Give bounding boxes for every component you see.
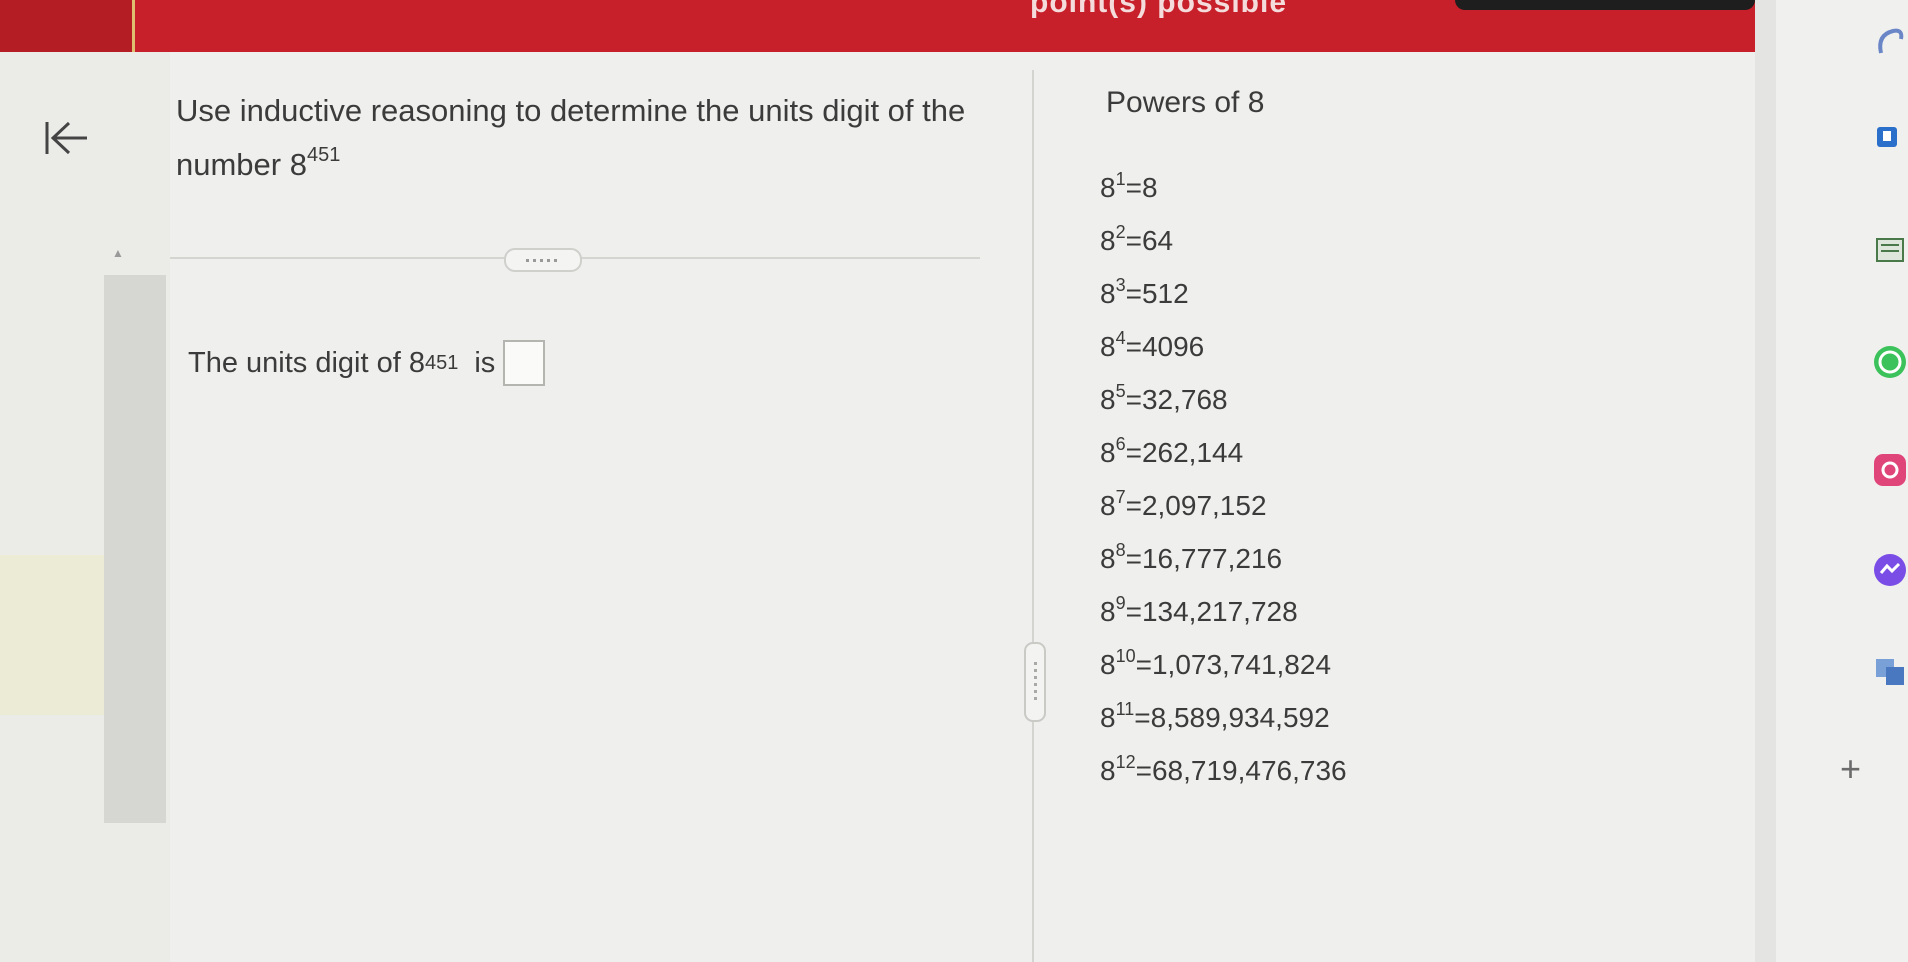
collapse-left-icon	[45, 121, 87, 155]
collapse-left-button[interactable]	[38, 110, 94, 166]
power-row: 810=1,073,741,824	[1100, 646, 1332, 680]
powers-list: 81=8 82=64 83=512 84=4096 85=32,768 86=2…	[1100, 169, 1347, 808]
power-row: 86=262,144	[1100, 434, 1244, 468]
drag-handle-icon	[1033, 662, 1037, 702]
powers-title: Powers of 8	[1106, 86, 1265, 119]
panel-divider	[1032, 70, 1034, 962]
header-left-block	[0, 0, 135, 52]
power-row: 81=8	[1100, 169, 1158, 203]
answer-input[interactable]	[503, 340, 546, 386]
power-row: 811=8,589,934,592	[1100, 699, 1330, 733]
whatsapp-icon[interactable]	[1870, 342, 1908, 382]
power-row: 87=2,097,152	[1100, 487, 1267, 521]
add-icon[interactable]: +	[1840, 748, 1861, 790]
instagram-icon[interactable]	[1870, 450, 1908, 490]
question-text: Use inductive reasoning to determine the…	[176, 84, 1006, 192]
answer-line: The units digit of 8 451 is	[188, 340, 546, 386]
messenger-icon[interactable]	[1870, 550, 1908, 590]
office-icon[interactable]	[1870, 230, 1908, 270]
power-row: 85=32,768	[1100, 381, 1228, 415]
left-highlight-band	[0, 555, 120, 715]
copilot-icon[interactable]	[1870, 22, 1908, 62]
question-body: Use inductive reasoning to determine the…	[176, 93, 966, 182]
power-row: 88=16,777,216	[1100, 540, 1283, 574]
power-row: 83=512	[1100, 275, 1189, 309]
left-scrollbar[interactable]	[104, 275, 166, 823]
power-row: 82=64	[1100, 222, 1174, 256]
panel-resize-handle[interactable]	[1024, 642, 1046, 722]
power-row: 84=4096	[1100, 328, 1205, 362]
scroll-up-arrow-icon[interactable]: ▲	[112, 246, 124, 260]
question-exponent: 451	[306, 144, 341, 166]
ellipsis-icon	[526, 258, 560, 262]
translate-icon[interactable]	[1870, 652, 1908, 692]
top-header-bar: point(s) possible	[0, 0, 1820, 52]
power-row: 812=68,719,476,736	[1100, 752, 1347, 786]
answer-prefix: The units digit of 8	[188, 346, 425, 379]
header-action-button[interactable]	[1455, 0, 1755, 10]
power-row: 89=134,217,728	[1100, 593, 1298, 627]
show-more-button[interactable]	[504, 248, 582, 272]
header-title: point(s) possible	[1030, 0, 1287, 19]
outlook-icon[interactable]	[1870, 118, 1908, 158]
answer-suffix: is	[474, 346, 496, 379]
